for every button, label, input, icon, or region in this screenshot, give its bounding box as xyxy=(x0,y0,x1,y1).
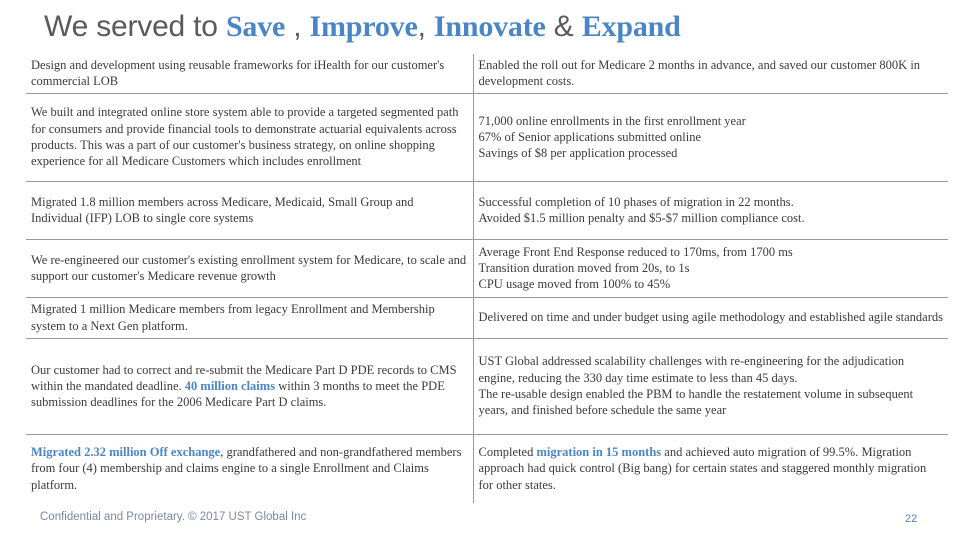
outcome-line: Successful completion of 10 phases of mi… xyxy=(478,194,794,209)
challenge-cell: Migrated 2.32 million Off exchange, gran… xyxy=(26,434,474,503)
outcome-cell: Average Front End Response reduced to 17… xyxy=(473,239,948,298)
title-prefix: We served to xyxy=(44,10,226,43)
title-keyword-save: Save xyxy=(225,10,286,43)
table-row: We re-engineered our customer's existing… xyxy=(26,239,948,298)
challenge-cell: Migrated 1 million Medicare members from… xyxy=(26,297,474,339)
highlight-text: Migrated 2.32 million Off exchange xyxy=(31,445,221,460)
outcome-line: The re-usable design enabled the PBM to … xyxy=(478,387,914,418)
outcome-line: Avoided $1.5 million penalty and $5-$7 m… xyxy=(478,211,805,225)
outcome-line: Average Front End Response reduced to 17… xyxy=(478,244,793,259)
title-separator: , xyxy=(285,10,310,43)
outcome-line: Transition duration moved from 20s, to 1… xyxy=(478,260,690,275)
footer-text: Confidential and Proprietary. © 2017 UST… xyxy=(40,511,307,523)
highlight-text: migration in 15 months xyxy=(536,445,662,460)
achievements-table: Design and development using reusable fr… xyxy=(26,54,948,503)
challenge-cell: Our customer had to correct and re-submi… xyxy=(26,338,474,435)
outcome-line: CPU usage moved from 100% to 45% xyxy=(478,277,671,292)
challenge-cell: We re-engineered our customer's existing… xyxy=(26,239,474,298)
challenge-cell: Design and development using reusable fr… xyxy=(26,54,474,94)
title-separator: & xyxy=(545,10,582,43)
outcome-cell: Successful completion of 10 phases of mi… xyxy=(473,181,948,240)
title-keyword-expand: Expand xyxy=(581,10,681,43)
table-row: We built and integrated online store sys… xyxy=(26,93,948,182)
outcome-line: 71,000 online enrollments in the first e… xyxy=(478,113,746,128)
challenge-cell: Migrated 1.8 million members across Medi… xyxy=(26,181,474,240)
slide-title: We served to Save , Improve, Innovate & … xyxy=(44,10,681,54)
page-number: 22 xyxy=(905,513,918,525)
table-row: Migrated 1.8 million members across Medi… xyxy=(26,181,948,240)
title-keyword-improve: Improve xyxy=(309,10,418,43)
table-row: Our customer had to correct and re-submi… xyxy=(26,338,948,435)
title-separator: , xyxy=(417,10,434,43)
outcome-cell: Enabled the roll out for Medicare 2 mont… xyxy=(473,54,948,94)
table-row: Migrated 1 million Medicare members from… xyxy=(26,297,948,339)
outcome-cell: Delivered on time and under budget using… xyxy=(473,297,948,339)
outcome-cell: UST Global addressed scalability challen… xyxy=(473,338,948,435)
highlight-text: 40 million claims xyxy=(184,378,276,393)
table-row: Migrated 2.32 million Off exchange, gran… xyxy=(26,434,948,503)
outcome-line: Savings of $8 per application processed xyxy=(478,146,678,161)
outcome-cell: Completed migration in 15 months and ach… xyxy=(478,445,927,492)
outcome-line: UST Global addressed scalability challen… xyxy=(478,354,905,385)
outcome-cell: 71,000 online enrollments in the first e… xyxy=(473,93,948,182)
outcome-line: 67% of Senior applications submitted onl… xyxy=(478,129,702,144)
table-row: Design and development using reusable fr… xyxy=(26,54,948,94)
title-keyword-innovate: Innovate xyxy=(433,10,546,43)
challenge-cell: We built and integrated online store sys… xyxy=(26,93,474,182)
